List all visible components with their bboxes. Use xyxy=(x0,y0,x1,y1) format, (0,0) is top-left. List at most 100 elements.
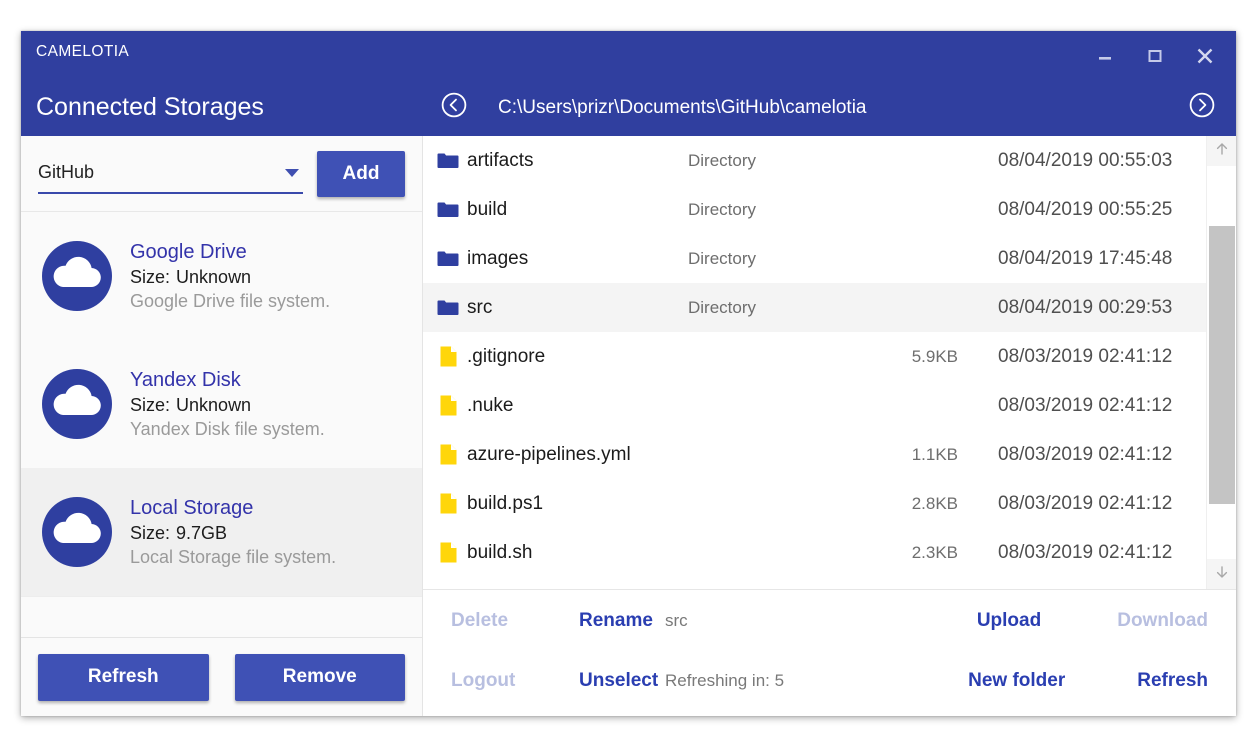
table-row[interactable]: build.sh 2.3KB 08/03/2019 02:41:12 xyxy=(423,528,1206,577)
storage-size: Size: 9.7GB xyxy=(130,523,336,544)
storage-size: Size: Unknown xyxy=(130,267,330,288)
close-button[interactable] xyxy=(1182,37,1228,75)
storage-meta: Yandex Disk Size: Unknown Yandex Disk fil… xyxy=(130,369,325,440)
file-modified: 08/03/2019 02:41:12 xyxy=(998,394,1173,416)
size-label: Size: xyxy=(130,522,171,543)
cloud-icon xyxy=(37,236,117,316)
storage-item-local-storage[interactable]: Local Storage Size: 9.7GB Local Storage f… xyxy=(21,468,422,596)
remove-storage-button[interactable]: Remove xyxy=(234,653,405,701)
storage-item-yandex-disk[interactable]: Yandex Disk Size: Unknown Yandex Disk fil… xyxy=(21,340,422,468)
add-storage-button[interactable]: Add xyxy=(317,150,405,197)
storage-name: Google Drive xyxy=(130,240,247,263)
file-size: 2.3KB xyxy=(911,542,958,562)
file-icon xyxy=(423,395,467,416)
app-title: CAMELOTIA xyxy=(36,43,130,60)
refresh-storages-button[interactable]: Refresh xyxy=(38,653,209,701)
scrollbar-track[interactable] xyxy=(1207,166,1236,559)
file-modified: 08/03/2019 02:41:12 xyxy=(998,541,1173,563)
forward-button[interactable] xyxy=(1185,91,1219,125)
delete-button[interactable]: Delete xyxy=(451,610,579,632)
storage-description: Local Storage file system. xyxy=(130,546,337,567)
vertical-scrollbar[interactable] xyxy=(1206,136,1236,589)
scrollbar-thumb[interactable] xyxy=(1209,226,1235,504)
rename-button[interactable]: Rename xyxy=(579,610,665,632)
file-modified: 08/04/2019 17:45:48 xyxy=(998,247,1173,269)
logout-button[interactable]: Logout xyxy=(451,670,579,692)
table-row[interactable]: artifacts Directory 08/04/2019 00:55:03 xyxy=(423,136,1206,185)
storage-size: Size: Unknown xyxy=(130,395,325,416)
scroll-up-button[interactable] xyxy=(1207,136,1236,166)
table-row[interactable]: .gitignore 5.9KB 08/03/2019 02:41:12 xyxy=(423,332,1206,381)
table-row[interactable]: src Directory 08/04/2019 00:29:53 xyxy=(423,283,1206,332)
minimize-icon xyxy=(1096,47,1114,65)
table-row[interactable]: build Directory 08/04/2019 00:55:25 xyxy=(423,185,1206,234)
provider-select-value: GitHub xyxy=(38,162,95,182)
file-name: artifacts xyxy=(467,149,534,171)
file-modified: 08/03/2019 02:41:12 xyxy=(998,443,1173,465)
folder-icon xyxy=(423,152,467,170)
file-size: 1.1KB xyxy=(911,444,958,464)
storage-meta: Google Drive Size: Unknown Google Drive f… xyxy=(130,241,330,312)
refresh-countdown-status: Refreshing in: 5 xyxy=(665,671,785,690)
path-bar: C:\Users\prizr\Documents\GitHub\cameloti… xyxy=(423,79,1236,136)
storage-name: Local Storage xyxy=(130,496,254,519)
minimize-button[interactable] xyxy=(1082,37,1128,75)
maximize-button[interactable] xyxy=(1132,37,1178,75)
app-window: CAMELOTIA Connected Storages C:\Users\pr… xyxy=(21,31,1236,716)
refresh-files-button[interactable]: Refresh xyxy=(1137,670,1236,692)
current-path[interactable]: C:\Users\prizr\Documents\GitHub\cameloti… xyxy=(498,97,867,119)
file-name: images xyxy=(467,247,529,269)
file-name: .gitignore xyxy=(467,345,546,367)
file-name: build.sh xyxy=(467,541,533,563)
file-modified: 08/04/2019 00:55:25 xyxy=(998,198,1173,220)
table-row[interactable]: .nuke 08/03/2019 02:41:12 xyxy=(423,381,1206,430)
storages-panel: GitHub Add Google Drive Size: Unknown Go… xyxy=(21,136,423,716)
download-button[interactable]: Download xyxy=(1117,610,1236,632)
header-row: Connected Storages C:\Users\prizr\Docume… xyxy=(21,79,1236,136)
table-row[interactable]: images Directory 08/04/2019 17:45:48 xyxy=(423,234,1206,283)
main-body: GitHub Add Google Drive Size: Unknown Go… xyxy=(21,136,1236,716)
maximize-icon xyxy=(1146,47,1164,65)
storage-actions: Refresh Remove xyxy=(21,638,422,716)
file-modified: 08/03/2019 02:41:12 xyxy=(998,345,1173,367)
upload-button[interactable]: Upload xyxy=(977,610,1041,632)
file-modified: 08/04/2019 00:29:53 xyxy=(998,296,1173,318)
file-icon xyxy=(423,542,467,563)
file-name: build xyxy=(467,198,508,220)
provider-row: GitHub Add xyxy=(21,136,422,212)
file-type: Directory xyxy=(688,297,757,317)
storage-description: Google Drive file system. xyxy=(130,290,331,311)
file-name: build.ps1 xyxy=(467,492,544,514)
new-folder-button[interactable]: New folder xyxy=(968,670,1065,692)
selection-status: src xyxy=(665,611,688,630)
file-icon xyxy=(423,444,467,465)
folder-icon xyxy=(423,250,467,268)
table-row[interactable]: azure-pipelines.yml 1.1KB 08/03/2019 02:… xyxy=(423,430,1206,479)
cloud-icon xyxy=(37,364,117,444)
back-button[interactable] xyxy=(437,91,471,125)
cloud-icon xyxy=(37,492,117,572)
circle-chevron-left-icon xyxy=(439,90,469,125)
scroll-down-button[interactable] xyxy=(1207,559,1236,589)
table-row[interactable]: build.ps1 2.8KB 08/03/2019 02:41:12 xyxy=(423,479,1206,528)
unselect-button[interactable]: Unselect xyxy=(579,670,665,692)
close-icon xyxy=(1194,45,1216,67)
toolbar-row-top: Delete Rename src Upload Download xyxy=(423,591,1236,651)
file-list: artifacts Directory 08/04/2019 00:55:03 … xyxy=(423,136,1206,589)
file-type: Directory xyxy=(688,150,757,170)
file-browser-panel: artifacts Directory 08/04/2019 00:55:03 … xyxy=(423,136,1236,716)
page-title: Connected Storages xyxy=(36,93,264,121)
file-type: Directory xyxy=(688,248,757,268)
size-value: 9.7GB xyxy=(176,522,228,543)
size-label: Size: xyxy=(130,394,171,415)
circle-chevron-right-icon xyxy=(1187,90,1217,125)
provider-select[interactable]: GitHub xyxy=(38,154,303,194)
window-controls xyxy=(1082,37,1228,75)
storage-item-google-drive[interactable]: Google Drive Size: Unknown Google Drive f… xyxy=(21,212,422,340)
file-modified: 08/04/2019 00:55:03 xyxy=(998,149,1173,171)
file-area: artifacts Directory 08/04/2019 00:55:03 … xyxy=(423,136,1236,590)
file-toolbar: Delete Rename src Upload Download Logout… xyxy=(423,590,1236,716)
file-modified: 08/03/2019 02:41:12 xyxy=(998,492,1173,514)
file-name: azure-pipelines.yml xyxy=(467,443,631,465)
file-icon xyxy=(423,493,467,514)
